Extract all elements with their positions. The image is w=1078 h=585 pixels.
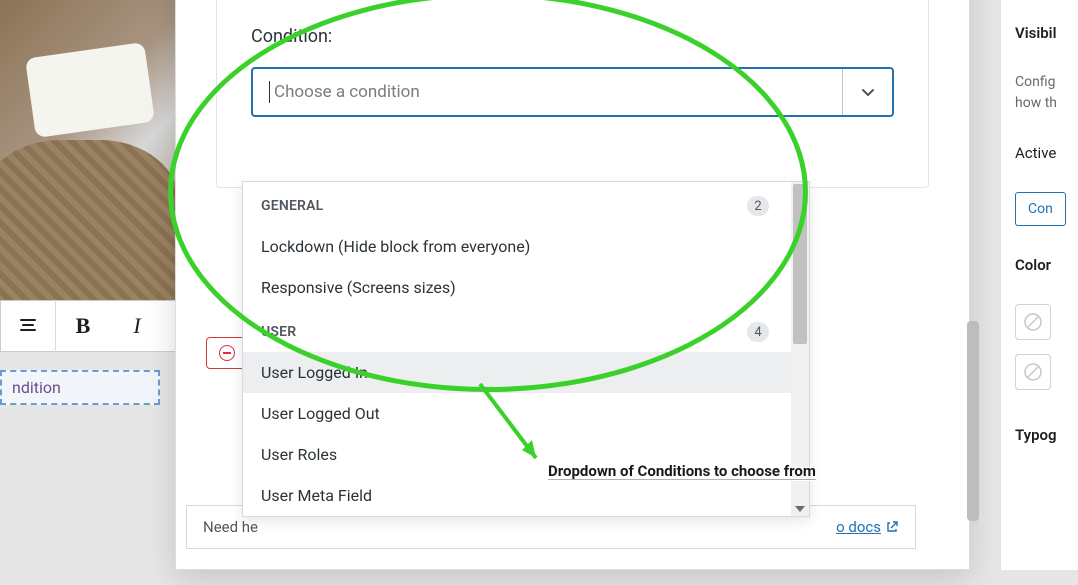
condition-card: Condition: Choose a condition — [216, 0, 929, 188]
bold-button[interactable]: B — [56, 300, 110, 352]
dropdown-group-user: USER 4 — [243, 308, 791, 352]
condition-select[interactable]: Choose a condition — [251, 67, 894, 117]
group-count-badge: 2 — [747, 196, 769, 216]
block-toolbar: B I — [0, 300, 180, 352]
dropdown-group-general: GENERAL 2 — [243, 182, 791, 226]
dropdown-toggle[interactable] — [842, 69, 892, 115]
settings-sidebar: Visibil Config how th Active Con Color T… — [1000, 0, 1078, 570]
no-color-icon — [1023, 362, 1043, 382]
external-link-icon — [885, 520, 899, 534]
visibility-description: Config how th — [1015, 72, 1078, 114]
align-button[interactable] — [1, 300, 55, 352]
group-count-badge: 4 — [747, 322, 769, 342]
docs-link-label: o docs — [836, 518, 881, 536]
docs-link[interactable]: o docs — [836, 518, 899, 536]
dropdown-item[interactable]: Responsive (Screens sizes) — [243, 267, 791, 308]
dropdown-item[interactable]: User Logged In — [243, 352, 791, 393]
condition-block-outline[interactable]: ndition — [0, 370, 160, 405]
dropdown-item[interactable]: Lockdown (Hide block from everyone) — [243, 226, 791, 267]
editor-background-image — [0, 0, 180, 300]
active-label: Active — [1015, 144, 1078, 162]
scroll-down-icon[interactable] — [795, 506, 805, 512]
help-text: Need he — [203, 518, 258, 536]
group-name: USER — [261, 324, 296, 340]
visibility-heading: Visibil — [1015, 24, 1078, 42]
scrollbar-thumb[interactable] — [793, 184, 807, 344]
text-cursor — [269, 81, 270, 103]
scrollbar-thumb[interactable] — [967, 321, 979, 521]
minus-circle-icon — [219, 345, 235, 361]
italic-button[interactable]: I — [110, 300, 164, 352]
no-color-icon — [1023, 312, 1043, 332]
condition-placeholder: Choose a condition — [274, 82, 842, 102]
configure-button[interactable]: Con — [1015, 192, 1066, 226]
color-heading: Color — [1015, 256, 1078, 274]
typography-heading: Typog — [1015, 426, 1078, 444]
annotation-text: Dropdown of Conditions to choose from — [548, 462, 816, 480]
dropdown-item[interactable]: User Logged Out — [243, 393, 791, 434]
color-swatch-none[interactable] — [1015, 354, 1051, 390]
color-swatch-none[interactable] — [1015, 304, 1051, 340]
color-swatches — [1015, 304, 1078, 396]
dropdown-item[interactable]: User Meta Field — [243, 475, 791, 516]
chevron-down-icon — [860, 84, 876, 100]
group-name: GENERAL — [261, 198, 323, 214]
condition-modal: Condition Set 1 Condition: Choose a cond… — [175, 0, 970, 570]
modal-scrollbar[interactable] — [967, 0, 979, 551]
condition-label: Condition: — [251, 26, 894, 47]
